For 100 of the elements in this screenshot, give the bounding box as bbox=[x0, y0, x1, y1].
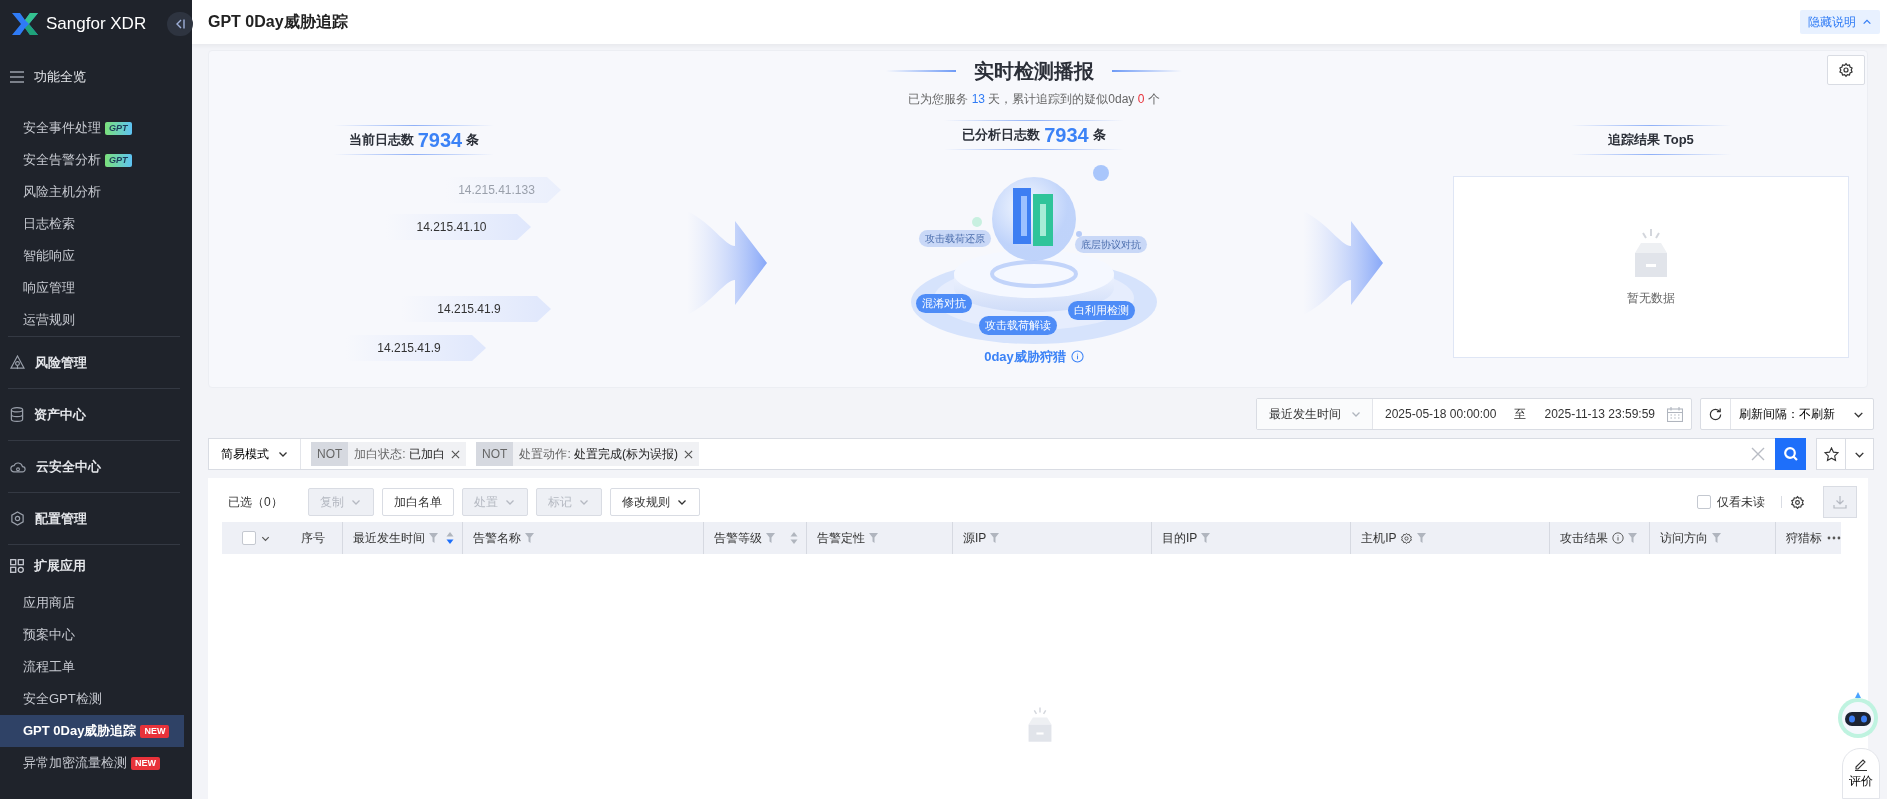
database-icon bbox=[10, 407, 24, 422]
column-header[interactable]: 告警名称 bbox=[462, 522, 703, 554]
end-date[interactable]: 2025-11-13 23:59:59 bbox=[1532, 405, 1667, 423]
stat-count: 7934 bbox=[417, 128, 463, 153]
chevron-up-icon bbox=[1862, 17, 1872, 27]
info-icon[interactable] bbox=[1070, 350, 1084, 364]
more-icon[interactable] bbox=[1827, 536, 1841, 540]
badge: NEW bbox=[131, 756, 160, 770]
close-icon bbox=[1751, 447, 1765, 461]
not-operator: NOT bbox=[311, 442, 349, 466]
mode-select[interactable]: 简易模式 bbox=[209, 439, 301, 469]
range-separator: 至 bbox=[1513, 406, 1528, 423]
stat-unit: 条 bbox=[1092, 126, 1106, 145]
filter-condition: 处置动作: 处置完成(标为误报) bbox=[519, 446, 679, 463]
settings-icon[interactable] bbox=[1790, 494, 1805, 510]
column-header[interactable]: 目的IP bbox=[1151, 522, 1351, 554]
menu-section[interactable]: 扩展应用 bbox=[34, 556, 86, 576]
column-header[interactable]: 攻击结果 bbox=[1549, 522, 1649, 554]
badge: GPT bbox=[105, 153, 132, 167]
column-header[interactable]: 源IP bbox=[951, 522, 1152, 554]
badge: NEW bbox=[140, 724, 170, 738]
filter-icon[interactable] bbox=[1711, 533, 1721, 543]
menu-icon bbox=[10, 71, 24, 83]
capability-tag: 底层协议对抗 bbox=[1075, 236, 1147, 253]
pencil-icon bbox=[1854, 757, 1868, 771]
star-icon bbox=[1823, 446, 1839, 462]
sidebar-item[interactable]: 响应管理 bbox=[0, 272, 184, 304]
sidebar-item[interactable]: 应用商店 bbox=[0, 587, 184, 619]
start-date[interactable]: 2025-05-18 00:00:00 bbox=[1373, 405, 1509, 423]
sort-icon[interactable] bbox=[789, 532, 798, 544]
toolbar-button[interactable]: 修改规则 bbox=[610, 488, 700, 516]
empty-text: 暂无数据 bbox=[1627, 290, 1675, 307]
column-header[interactable]: 最近发生时间 bbox=[341, 522, 463, 554]
unread-checkbox[interactable] bbox=[1697, 495, 1711, 509]
filter-input[interactable]: 简易模式 NOT 加白状态: 已加白 NOT 处置动作: 处置完成(标为误报) bbox=[208, 438, 1775, 470]
collapse-icon bbox=[174, 18, 186, 30]
sidebar-item[interactable]: 流程工单 bbox=[0, 651, 184, 683]
hexagon-icon bbox=[10, 511, 25, 526]
settings-button[interactable] bbox=[1827, 55, 1865, 85]
collapse-sidebar-button[interactable] bbox=[167, 12, 193, 36]
checkbox-label[interactable]: 仅看未读 bbox=[1717, 493, 1765, 511]
info-icon[interactable] bbox=[1612, 532, 1625, 544]
sidebar-item[interactable]: 安全事件处理 GPT bbox=[0, 112, 184, 144]
menu-section[interactable]: 功能全览 bbox=[34, 67, 86, 87]
filter-icon[interactable] bbox=[428, 533, 438, 543]
favorite-button[interactable] bbox=[1816, 438, 1846, 470]
filter-icon[interactable] bbox=[990, 533, 1000, 543]
calendar-icon[interactable] bbox=[1667, 406, 1683, 422]
hide-description-button[interactable]: 隐藏说明 bbox=[1800, 10, 1880, 34]
assistant-robot-icon[interactable] bbox=[1836, 690, 1880, 740]
filter-condition: 加白状态: 已加白 bbox=[354, 446, 446, 463]
feedback-button[interactable]: 评价 bbox=[1842, 748, 1880, 799]
settings-icon[interactable] bbox=[1400, 531, 1414, 545]
stat-label: 已分析日志数 bbox=[962, 126, 1041, 145]
capability-tag: 混淆对抗 bbox=[916, 294, 972, 313]
filter-icon[interactable] bbox=[1201, 533, 1211, 543]
not-operator: NOT bbox=[476, 442, 514, 466]
menu-section[interactable]: 配置管理 bbox=[35, 508, 87, 529]
filter-icon[interactable] bbox=[868, 533, 878, 543]
close-icon[interactable] bbox=[684, 449, 694, 459]
page-title: GPT 0Day威胁追踪 bbox=[208, 12, 348, 32]
column-header[interactable]: 告警定性 bbox=[805, 522, 952, 554]
filter-icon[interactable] bbox=[1628, 533, 1638, 543]
column-header[interactable]: 主机IP bbox=[1350, 522, 1550, 554]
clear-button[interactable] bbox=[1751, 447, 1765, 461]
filter-icon[interactable] bbox=[766, 533, 775, 543]
sidebar-item[interactable]: 智能响应 bbox=[0, 240, 184, 272]
menu-section[interactable]: 资产中心 bbox=[34, 404, 86, 425]
sidebar-item[interactable]: 日志检索 bbox=[0, 208, 184, 240]
sidebar-item[interactable]: 风险主机分析 bbox=[0, 176, 184, 208]
search-button[interactable] bbox=[1775, 438, 1806, 470]
hunting-caption: 0day威胁狩猎 bbox=[984, 348, 1066, 366]
download-button[interactable] bbox=[1823, 486, 1857, 518]
capability-tag: 攻击载荷解读 bbox=[979, 316, 1057, 335]
filter-icon[interactable] bbox=[525, 533, 535, 543]
sidebar-item[interactable]: 安全GPT检测 bbox=[0, 683, 184, 715]
filter-chip[interactable]: NOT 处置动作: 处置完成(标为误报) bbox=[476, 442, 700, 466]
column-header[interactable]: 访问方向 bbox=[1648, 522, 1776, 554]
column-header[interactable]: 告警等级 bbox=[703, 522, 806, 554]
sidebar-item[interactable]: 安全告警分析 GPT bbox=[0, 144, 184, 176]
grid-icon bbox=[10, 559, 24, 573]
search-icon bbox=[1782, 446, 1799, 462]
toolbar-button[interactable]: 加白名单 bbox=[382, 488, 454, 516]
sidebar-item[interactable]: 运营规则 bbox=[0, 304, 184, 336]
sort-icon[interactable] bbox=[446, 532, 455, 544]
selected-count: 已选（0） bbox=[228, 494, 284, 511]
service-summary: 已为您服务 13 天，累计追踪到的疑似0day 0 个 bbox=[908, 91, 1160, 108]
filter-chip[interactable]: NOT 加白状态: 已加白 bbox=[311, 442, 467, 466]
menu-section[interactable]: 云安全中心 bbox=[36, 456, 101, 477]
column-header[interactable]: 序号 bbox=[289, 522, 342, 554]
select-all-checkbox[interactable] bbox=[242, 531, 256, 545]
date-range-field[interactable]: 最近发生时间 2025-05-18 00:00:00 至 2025-11-13 23:59:59 bbox=[1256, 398, 1692, 430]
brand-name: Sangfor XDR bbox=[46, 13, 147, 36]
sidebar-item[interactable]: GPT 0Day威胁追踪 NEW bbox=[0, 715, 184, 747]
menu-section[interactable]: 风险管理 bbox=[35, 352, 87, 373]
sidebar-item[interactable]: 异常加密流量检测 NEW bbox=[0, 747, 184, 779]
filter-icon[interactable] bbox=[1417, 533, 1427, 543]
close-icon[interactable] bbox=[451, 449, 461, 459]
sidebar-item[interactable]: 预案中心 bbox=[0, 619, 184, 651]
capability-tag: 白利用检测 bbox=[1068, 301, 1135, 320]
